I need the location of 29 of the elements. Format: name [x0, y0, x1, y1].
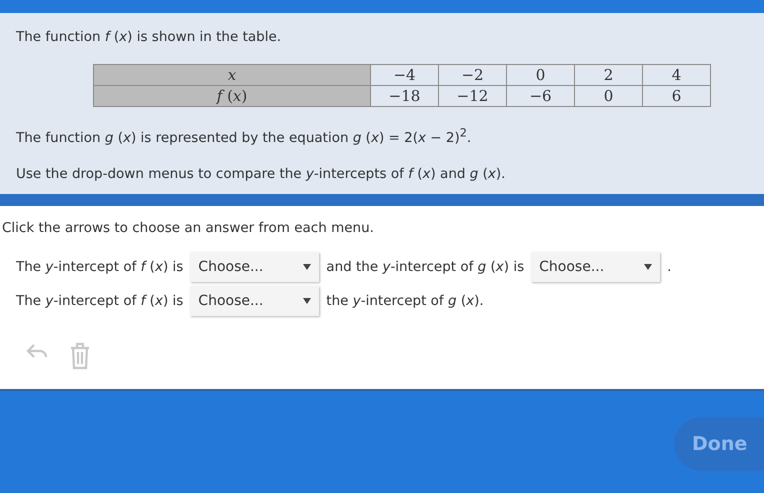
- table-cell: −18: [388, 87, 420, 105]
- table-cell: −2: [461, 66, 484, 84]
- answer-text: .: [667, 259, 672, 275]
- table-cell: 0: [536, 66, 546, 84]
- answer-text: the y-intercept of g (x).: [326, 293, 484, 309]
- table-header: f (x): [216, 87, 248, 105]
- choose-dropdown[interactable]: Choose...: [190, 252, 320, 282]
- task-text: Use the drop-down menus to compare the y-intercepts of f (x) and g (x).: [16, 166, 506, 182]
- choose-dropdown[interactable]: Choose...: [531, 252, 660, 282]
- table-cell: 6: [672, 87, 682, 105]
- caret-icon: [644, 264, 652, 270]
- table-cell: 2: [604, 66, 614, 84]
- table-cell: −12: [456, 87, 488, 105]
- table-header: x: [228, 66, 236, 84]
- table-cell: 4: [672, 66, 682, 84]
- trash-icon: [70, 342, 90, 370]
- answer-text: and the y-intercept of g (x) is: [326, 259, 524, 275]
- undo-icon: [26, 342, 48, 360]
- table-cell: 0: [604, 87, 614, 105]
- table-cell: −4: [393, 66, 416, 84]
- choose-dropdown[interactable]: Choose...: [190, 286, 320, 316]
- table-cell: −6: [529, 87, 552, 105]
- answer-text: The y-intercept of f (x) is: [16, 293, 184, 309]
- caret-icon: [303, 298, 312, 304]
- caret-icon: [303, 264, 312, 270]
- equation-text: The function g (x) is represented by the equation g (x) = 2(x − 2)$^{2}$.: [16, 130, 472, 146]
- instruction-text: Click the arrows to choose an answer from each menu.: [2, 220, 374, 236]
- intro-text: The function f (x) is shown in the table.: [16, 29, 282, 45]
- answer-text: The y-intercept of f (x) is: [16, 259, 184, 275]
